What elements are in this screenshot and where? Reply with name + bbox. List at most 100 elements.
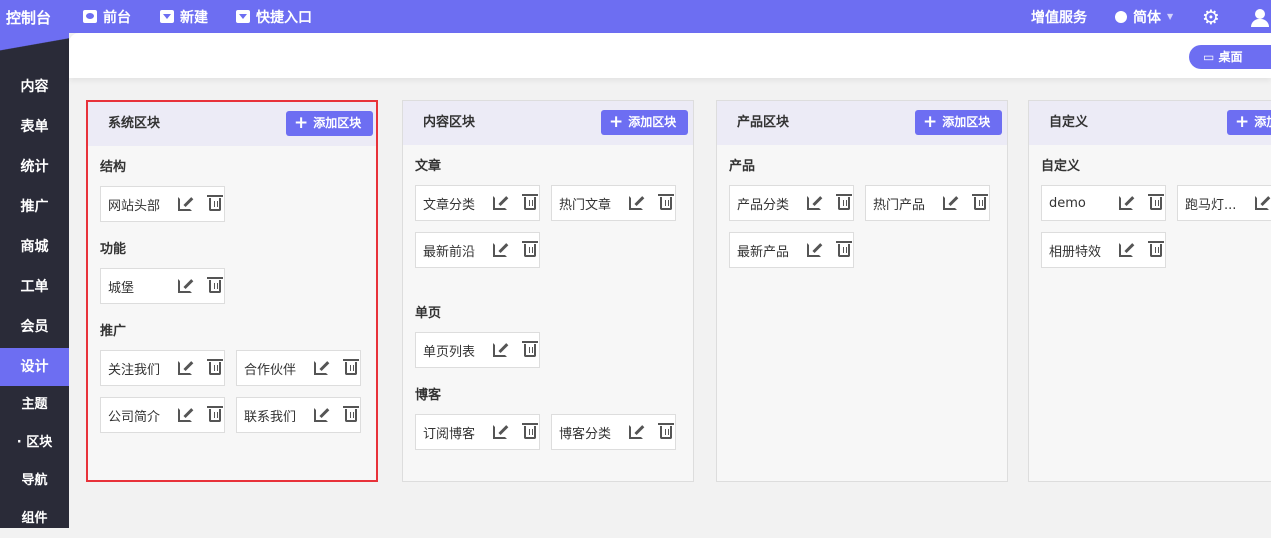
sidebar-subitem-navigation[interactable]: 导航 [0, 462, 69, 500]
delete-icon[interactable] [658, 193, 674, 210]
edit-icon[interactable] [493, 196, 507, 210]
nav-shortcuts[interactable]: 快捷入口 [236, 0, 312, 33]
block-item[interactable]: 订阅博客 [415, 414, 540, 450]
block-item[interactable]: 联系我们 [236, 397, 361, 433]
edit-icon[interactable] [629, 196, 643, 210]
sidebar-item-shop[interactable]: 商城 [0, 228, 69, 266]
sidebar-decoration [0, 33, 69, 55]
edit-icon[interactable] [178, 361, 192, 375]
sidebar-item-design[interactable]: 设计 [0, 348, 69, 386]
block-name: 公司简介 [108, 409, 161, 425]
language-select[interactable]: 简体 ▼ [1115, 0, 1173, 33]
delete-icon[interactable] [522, 193, 538, 210]
desktop-view-button[interactable]: ▭ 桌面 [1189, 45, 1271, 69]
edit-icon[interactable] [493, 425, 507, 439]
block-item[interactable]: 合作伙伴 [236, 350, 361, 386]
card-header: 自定义 + 添加区块 [1029, 101, 1271, 145]
delete-icon[interactable] [658, 422, 674, 439]
block-item[interactable]: 相册特效 [1041, 232, 1166, 268]
delete-icon[interactable] [522, 240, 538, 257]
card-title: 自定义 [1049, 115, 1089, 130]
logo[interactable]: 控制台 [0, 0, 69, 33]
block-item[interactable]: 网站头部 [100, 186, 225, 222]
delete-icon[interactable] [522, 340, 538, 357]
edit-icon[interactable] [178, 408, 192, 422]
add-block-button[interactable]: + 添加区块 [286, 111, 373, 136]
edit-icon[interactable] [314, 361, 328, 375]
nav-frontend[interactable]: 前台 [83, 0, 131, 33]
block-name: 合作伙伴 [244, 362, 297, 378]
edit-icon[interactable] [943, 196, 957, 210]
block-item[interactable]: 文章分类 [415, 185, 540, 221]
block-item[interactable]: 最新前沿 [415, 232, 540, 268]
block-name: demo [1049, 195, 1086, 211]
sidebar-item-stats[interactable]: 统计 [0, 148, 69, 186]
edit-icon[interactable] [178, 279, 192, 293]
edit-icon[interactable] [178, 197, 192, 211]
add-label: 添加区块 [1254, 115, 1271, 129]
edit-icon[interactable] [1119, 243, 1133, 257]
block-name: 博客分类 [559, 426, 612, 442]
subitem-label: 区块 [26, 435, 53, 450]
block-item[interactable]: 产品分类 [729, 185, 854, 221]
edit-icon[interactable] [807, 243, 821, 257]
sidebar-item-forms[interactable]: 表单 [0, 108, 69, 146]
delete-icon[interactable] [972, 193, 988, 210]
block-card: 自定义 + 添加区块 自定义 demo 跑马灯... 相册特效 [1028, 100, 1271, 482]
sidebar-subitem-theme[interactable]: 主题 [0, 386, 69, 424]
add-block-button[interactable]: + 添加区块 [601, 110, 688, 135]
edit-icon[interactable] [1255, 196, 1269, 210]
delete-icon[interactable] [836, 193, 852, 210]
sidebar-item-tickets[interactable]: 工单 [0, 268, 69, 306]
edit-icon[interactable] [493, 243, 507, 257]
block-item[interactable]: demo [1041, 185, 1166, 221]
block-item[interactable]: 热门文章 [551, 185, 676, 221]
plus-icon: + [923, 112, 938, 132]
block-item[interactable]: 公司简介 [100, 397, 225, 433]
sidebar-subitem-blocks[interactable]: · 区块 [0, 424, 69, 462]
delete-icon[interactable] [343, 358, 359, 375]
sidebar-item-promotion[interactable]: 推广 [0, 188, 69, 226]
user-avatar-icon[interactable] [1250, 0, 1270, 33]
delete-icon[interactable] [522, 422, 538, 439]
delete-icon[interactable] [207, 194, 223, 211]
top-bar: 控制台 前台 新建 快捷入口 增值服务 简体 ▼ ⚙ [0, 0, 1271, 33]
edit-icon[interactable] [629, 425, 643, 439]
block-name: 关注我们 [108, 362, 161, 378]
delete-icon[interactable] [207, 358, 223, 375]
block-item[interactable]: 城堡 [100, 268, 225, 304]
card-header: 系统区块 + 添加区块 [88, 102, 376, 146]
delete-icon[interactable] [1148, 240, 1164, 257]
block-item[interactable]: 博客分类 [551, 414, 676, 450]
edit-icon[interactable] [807, 196, 821, 210]
delete-icon[interactable] [836, 240, 852, 257]
delete-icon[interactable] [343, 405, 359, 422]
block-item[interactable]: 最新产品 [729, 232, 854, 268]
block-item[interactable]: 单页列表 [415, 332, 540, 368]
sidebar-item-content[interactable]: 内容 [0, 68, 69, 106]
sidebar-subitem-components[interactable]: 组件 [0, 500, 69, 538]
block-card: 系统区块 + 添加区块 结构 网站头部 功能 城堡 推广 关注我们 合作伙伴 公司简介 联系我们 [86, 100, 378, 482]
nav-new[interactable]: 新建 [160, 0, 208, 33]
add-block-button[interactable]: + 添加区块 [915, 110, 1002, 135]
block-name: 订阅博客 [423, 426, 476, 442]
delete-icon[interactable] [207, 276, 223, 293]
block-name: 联系我们 [244, 409, 297, 425]
edit-icon[interactable] [493, 343, 507, 357]
edit-icon[interactable] [314, 408, 328, 422]
group-title: 结构 [100, 160, 127, 175]
value-services-link[interactable]: 增值服务 [1031, 0, 1087, 33]
language-label: 简体 [1133, 9, 1161, 26]
delete-icon[interactable] [1148, 193, 1164, 210]
block-name: 最新前沿 [423, 244, 476, 260]
dropdown-icon [160, 10, 174, 23]
add-block-button[interactable]: + 添加区块 [1227, 110, 1271, 135]
settings-icon[interactable]: ⚙ [1202, 0, 1220, 33]
edit-icon[interactable] [1119, 196, 1133, 210]
block-item[interactable]: 关注我们 [100, 350, 225, 386]
block-item[interactable]: 热门产品 [865, 185, 990, 221]
block-item[interactable]: 跑马灯... [1177, 185, 1271, 221]
sidebar-item-members[interactable]: 会员 [0, 308, 69, 346]
group-title: 推广 [100, 324, 127, 339]
delete-icon[interactable] [207, 405, 223, 422]
